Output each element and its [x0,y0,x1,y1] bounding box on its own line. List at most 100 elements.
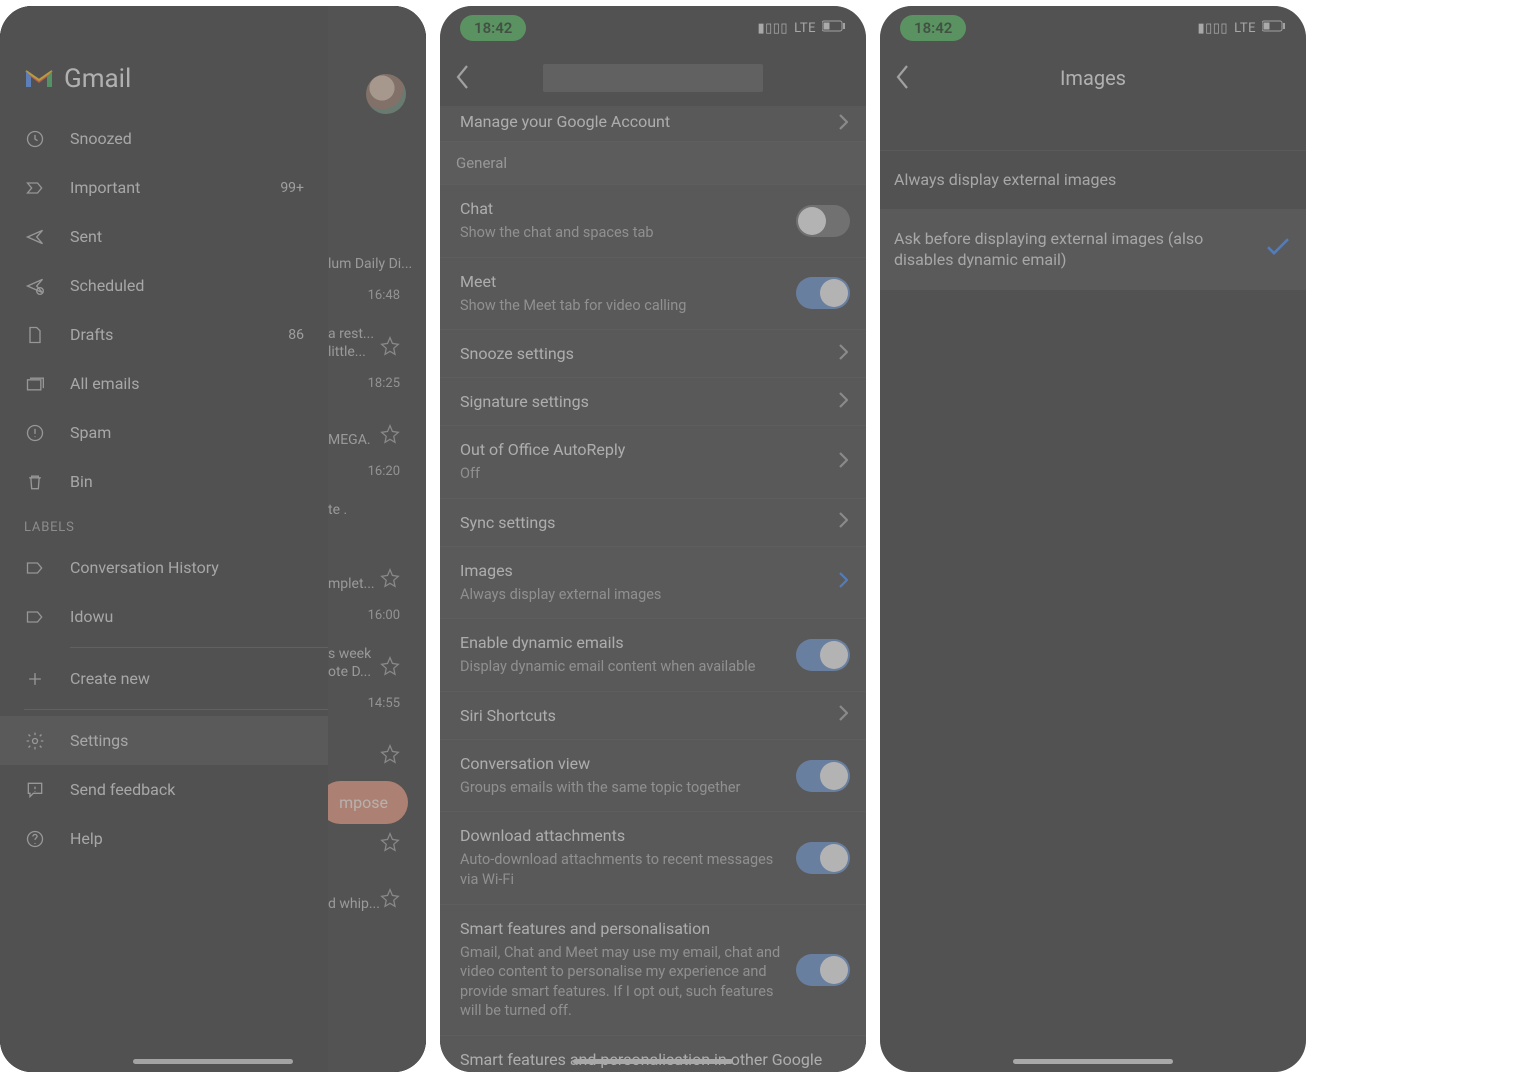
sidebar-item-create-new[interactable]: Create new [0,654,328,703]
settings-row-signature[interactable]: Signature settings [440,378,866,426]
star-icon[interactable] [380,336,400,360]
home-indicator[interactable] [573,1059,733,1064]
inbox-time: 14:55 [368,696,400,711]
inbox-row[interactable]: 16:20 te . [328,458,416,546]
sidebar-item-label: Idowu [70,607,113,626]
settings-row-smart-features[interactable]: Smart features and personalisation Gmail… [440,905,866,1036]
option-label: Ask before displaying external images (a… [894,229,1203,270]
inbox-snippet: te . [328,502,347,518]
row-title: Meet [460,272,846,291]
signal-icon: ▮▯▯▯ [757,21,788,36]
sidebar-label-idowu[interactable]: Idowu [0,592,328,641]
settings-row-smart-features-other[interactable]: Smart features and personalisation in ot… [440,1036,866,1072]
settings-row-ooo[interactable]: Out of Office AutoReply Off [440,426,866,499]
sidebar-item-label: Bin [70,472,93,491]
sidebar-item-settings[interactable]: Settings [0,716,328,765]
row-title: Sync settings [460,513,846,532]
sidebar-item-label: Drafts [70,325,113,344]
trash-icon [24,471,46,493]
settings-row-chat[interactable]: Chat Show the chat and spaces tab [440,185,866,258]
check-icon [1266,237,1290,261]
sidebar-item-scheduled[interactable]: Scheduled [0,261,328,310]
battery-icon [822,20,846,36]
sidebar-item-help[interactable]: Help [0,814,328,863]
inbox-row[interactable]: d whip... [328,866,416,922]
sidebar-item-bin[interactable]: Bin [0,457,328,506]
settings-row-conversation-view[interactable]: Conversation view Groups emails with the… [440,740,866,813]
sidebar-item-drafts[interactable]: Drafts 86 [0,310,328,359]
sidebar-item-snoozed[interactable]: Snoozed [0,114,328,163]
inbox-row[interactable]: lum Daily Di... [328,194,416,282]
settings-row-sync[interactable]: Sync settings [440,499,866,547]
sidebar-item-sent[interactable]: Sent [0,212,328,261]
settings-row-download-attachments[interactable]: Download attachments Auto-download attac… [440,812,866,904]
home-indicator[interactable] [133,1059,293,1064]
avatar[interactable] [366,74,406,114]
sidebar-item-feedback[interactable]: Send feedback [0,765,328,814]
compose-label: mpose [339,793,388,812]
toggle[interactable] [796,842,850,874]
toggle[interactable] [796,205,850,237]
chevron-right-icon [838,512,848,532]
battery-icon [1262,20,1286,36]
gmail-logo-icon [24,67,54,91]
home-indicator[interactable] [1013,1059,1173,1064]
settings-row-meet[interactable]: Meet Show the Meet tab for video calling [440,258,866,331]
inbox-time: 16:00 [368,608,400,623]
inbox-row[interactable]: 16:48 a rest... little... [328,282,416,370]
inbox-row[interactable]: 16:00 s week ote D... [328,602,416,690]
row-title: Snooze settings [460,344,846,363]
row-title: Conversation view [460,754,846,773]
star-icon[interactable] [380,832,400,856]
section-title: General [456,154,507,172]
sidebar-item-label: Snoozed [70,129,132,148]
sidebar-item-allmail[interactable]: All emails [0,359,328,408]
sidebar-label-conv-history[interactable]: Conversation History [0,543,328,592]
inbox-snippet: little... [328,344,366,360]
star-icon[interactable] [380,424,400,448]
status-bar: 18:42 ▮▯▯▯ LTE [440,6,866,50]
settings-row-images[interactable]: Images Always display external images [440,547,866,620]
sidebar-item-label: All emails [70,374,139,393]
row-sub: Show the chat and spaces tab [460,223,846,243]
chevron-right-icon [838,452,848,472]
clock-icon [24,128,46,150]
toggle[interactable] [796,760,850,792]
images-option-ask[interactable]: Ask before displaying external images (a… [880,210,1306,290]
settings-list: Manage your Google Account General Chat … [440,106,866,1072]
sidebar-item-label: Sent [70,227,102,246]
toggle[interactable] [796,639,850,671]
sidebar-item-label: Conversation History [70,558,219,577]
phone-settings: 18:42 ▮▯▯▯ LTE Manage your Google Accoun… [440,6,866,1072]
star-icon[interactable] [380,744,400,768]
compose-button[interactable]: mpose [319,781,408,824]
sidebar-item-label: Settings [70,731,128,750]
inbox-row[interactable]: mplet... [328,546,416,602]
inbox-snippet: s week [328,646,371,662]
inbox-row[interactable]: 14:55 [328,690,416,778]
row-title: Images [460,561,846,580]
toggle[interactable] [796,277,850,309]
settings-row-manage-account[interactable]: Manage your Google Account [440,106,866,142]
send-icon [24,226,46,248]
row-title: Signature settings [460,392,846,411]
settings-row-snooze[interactable]: Snooze settings [440,330,866,378]
toggle[interactable] [796,954,850,986]
badge-count: 86 [288,327,304,343]
star-icon[interactable] [380,656,400,680]
back-button[interactable] [894,64,920,90]
sidebar-item-label: Send feedback [70,780,175,799]
settings-row-siri[interactable]: Siri Shortcuts [440,692,866,740]
sidebar-item-spam[interactable]: Spam [0,408,328,457]
row-sub: Gmail, Chat and Meet may use my email, c… [460,943,846,1021]
back-button[interactable] [454,64,480,90]
star-icon[interactable] [380,888,400,912]
sidebar-item-important[interactable]: Important 99+ [0,163,328,212]
inbox-time: 18:25 [368,376,400,391]
inbox-row[interactable]: 18:25 MEGA. [328,370,416,458]
settings-row-dynamic-email[interactable]: Enable dynamic emails Display dynamic em… [440,619,866,692]
images-option-always[interactable]: Always display external images [880,150,1306,210]
star-icon[interactable] [380,568,400,592]
badge-count: 99+ [280,180,304,196]
chevron-right-icon [838,114,848,134]
